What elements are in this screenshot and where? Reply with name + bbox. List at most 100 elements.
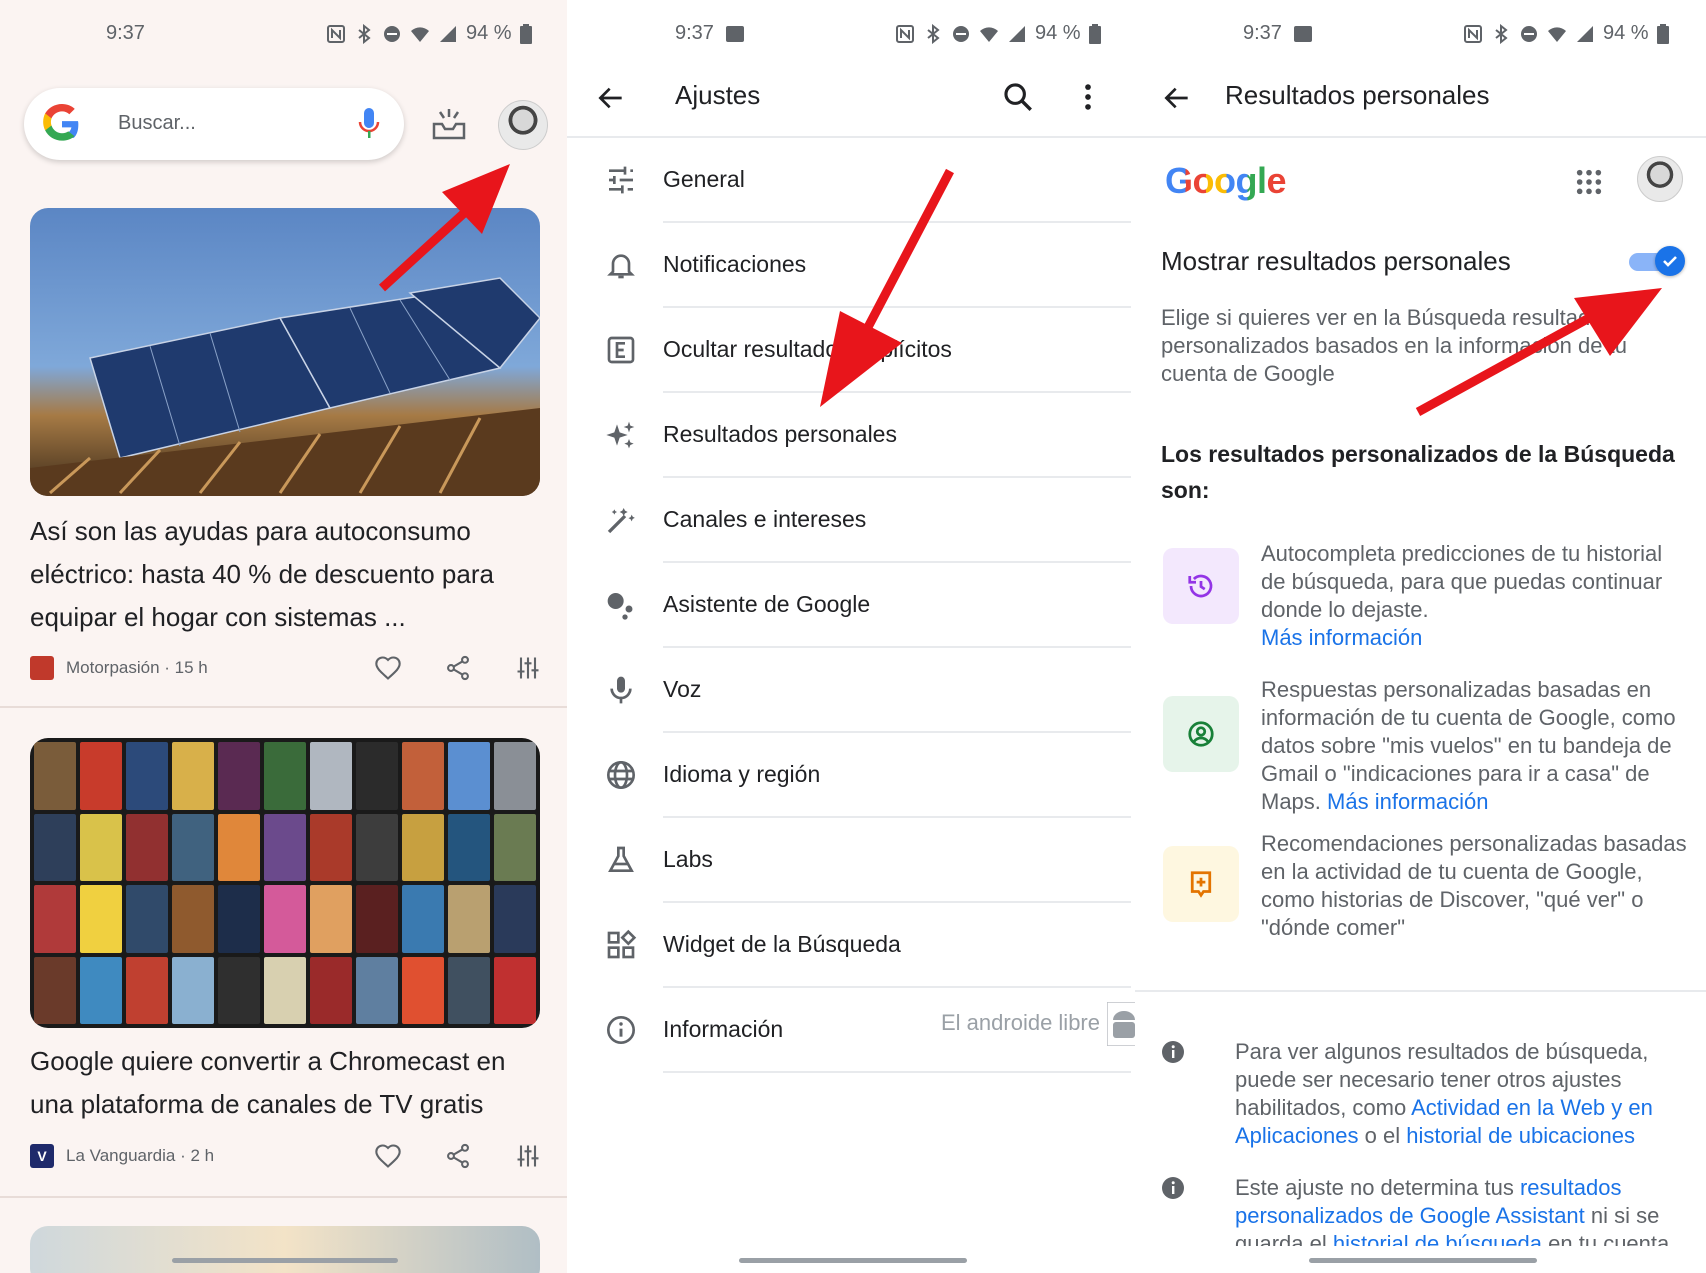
updates-tray-icon[interactable]: [430, 106, 468, 142]
article-image-solar-panels[interactable]: [30, 208, 540, 496]
article-headline[interactable]: Así son las ayudas para autoconsumo eléc…: [30, 510, 540, 639]
settings-item-label: Labs: [663, 846, 713, 872]
status-bar: 9:37 94 %: [567, 18, 1135, 48]
tune-icon[interactable]: [514, 1142, 542, 1170]
battery-icon: [519, 23, 532, 44]
card-divider: [0, 706, 567, 708]
settings-item-idioma[interactable]: Idioma y región: [567, 733, 1135, 818]
settings-item-label: Resultados personales: [663, 421, 897, 447]
battery-percent: 94 %: [1035, 22, 1081, 44]
wifi-icon: [411, 26, 429, 42]
card-divider: [0, 1196, 567, 1198]
check-icon: [1663, 256, 1677, 267]
search-bar[interactable]: Buscar...: [24, 88, 404, 160]
tv-posters-collage: [30, 738, 540, 1028]
heart-icon[interactable]: [374, 654, 402, 682]
page-title: Resultados personales: [1225, 80, 1490, 110]
settings-item-asistente[interactable]: Asistente de Google: [567, 563, 1135, 648]
personal-results-panel: 9:37 94 % Resultados personales Google M…: [1135, 0, 1706, 1273]
battery-icon: [1088, 23, 1101, 44]
nfc-icon: [327, 24, 345, 43]
feature-text: Recomendaciones personalizadas basadas e…: [1261, 831, 1687, 940]
personal-app-bar: Resultados personales: [1135, 68, 1706, 138]
status-icons: 94 %: [326, 22, 532, 45]
article-image-next[interactable]: [30, 1226, 540, 1273]
settings-item-label: Canales e intereses: [663, 506, 867, 532]
explicit-icon: [607, 336, 635, 364]
status-icons: 94 %: [895, 22, 1101, 45]
info-filled-icon: [1162, 1041, 1184, 1063]
google-logo: Google: [1165, 160, 1287, 201]
apps-grid-icon[interactable]: [1575, 168, 1603, 196]
widget-icon: [607, 929, 637, 959]
sparkle-icon: [606, 421, 635, 449]
article-image-tv-channels[interactable]: [30, 738, 540, 1028]
do-not-disturb-icon: [1521, 25, 1537, 42]
info-note-text: Para ver algunos resultados de búsqueda,…: [1235, 1039, 1653, 1148]
bluetooth-icon: [358, 23, 371, 44]
discover-feed-panel: 9:37 94 % Buscar... Así son las ayudas p…: [0, 0, 567, 1273]
page-title: Ajustes: [675, 80, 761, 110]
article-headline[interactable]: Google quiere convertir a Chromecast en …: [30, 1040, 540, 1126]
heart-icon[interactable]: [374, 1142, 402, 1170]
do-not-disturb-icon: [384, 25, 400, 42]
signal-icon: [1577, 25, 1593, 42]
wifi-icon: [980, 26, 998, 42]
feature-text: Autocompleta predicciones de tu historia…: [1261, 541, 1663, 650]
more-vert-icon[interactable]: [1071, 80, 1105, 114]
gesture-bar[interactable]: [172, 1258, 398, 1263]
info-filled-icon: [1162, 1177, 1184, 1199]
status-time: 9:37: [106, 22, 145, 44]
settings-item-widget[interactable]: Widget de la Búsqueda: [567, 903, 1135, 988]
settings-item-label: Idioma y región: [663, 761, 821, 787]
share-icon[interactable]: [444, 1142, 472, 1170]
gallery-icon: [725, 25, 744, 42]
personal-results-toggle[interactable]: [1629, 246, 1685, 276]
more-info-link[interactable]: Más información: [1327, 789, 1488, 814]
location-history-link[interactable]: historial de ubicaciones: [1406, 1123, 1635, 1148]
article-source: La Vanguardia · 2 h: [66, 1146, 215, 1165]
source-logo-motorpasion: [30, 656, 54, 680]
settings-item-label: Widget de la Búsqueda: [663, 931, 901, 957]
bell-icon: [607, 254, 635, 279]
solar-panels-illustration: [30, 277, 540, 496]
settings-item-general[interactable]: General: [567, 138, 1135, 223]
battery-percent: 94 %: [1603, 22, 1649, 44]
android-robot-icon: [1107, 1002, 1135, 1046]
flask-icon: [608, 846, 634, 872]
section-divider: [1135, 990, 1706, 992]
feature-icon-tile: [1163, 696, 1239, 772]
google-g-icon: [43, 104, 79, 141]
status-icons: 94 %: [1463, 22, 1669, 45]
info-icon: [607, 1016, 635, 1044]
account-avatar[interactable]: [1637, 156, 1683, 202]
settings-item-explicit[interactable]: Ocultar resultados explícitos: [567, 308, 1135, 393]
tune-icon[interactable]: [514, 654, 542, 682]
more-info-link[interactable]: Más información: [1261, 625, 1422, 650]
magic-wand-icon: [607, 508, 635, 534]
setting-title: Mostrar resultados personales: [1161, 246, 1511, 276]
gesture-bar[interactable]: [1309, 1258, 1537, 1263]
settings-item-notificaciones[interactable]: Notificaciones: [567, 223, 1135, 308]
back-arrow-icon[interactable]: [595, 82, 627, 114]
status-time: 9:37: [1243, 22, 1312, 45]
battery-percent: 94 %: [466, 22, 512, 44]
watermark-text: El androide libre: [941, 1010, 1100, 1035]
status-time: 9:37: [675, 22, 744, 45]
nfc-icon: [896, 24, 914, 43]
mic-icon[interactable]: [356, 106, 382, 140]
settings-item-resultados-personales[interactable]: Resultados personales: [567, 393, 1135, 478]
search-icon[interactable]: [1001, 80, 1035, 114]
section-heading: Los resultados personalizados de la Búsq…: [1161, 441, 1675, 503]
settings-item-labs[interactable]: Labs: [567, 818, 1135, 903]
back-arrow-icon[interactable]: [1161, 82, 1193, 114]
status-bar: 9:37 94 %: [1135, 18, 1706, 48]
gesture-bar[interactable]: [739, 1258, 967, 1263]
account-avatar[interactable]: [498, 100, 548, 150]
share-icon[interactable]: [444, 654, 472, 682]
settings-item-voz[interactable]: Voz: [567, 648, 1135, 733]
settings-item-canales[interactable]: Canales e intereses: [567, 478, 1135, 563]
account-circle-icon: [1188, 721, 1214, 747]
globe-icon: [607, 761, 635, 789]
settings-app-bar: Ajustes: [567, 68, 1135, 138]
